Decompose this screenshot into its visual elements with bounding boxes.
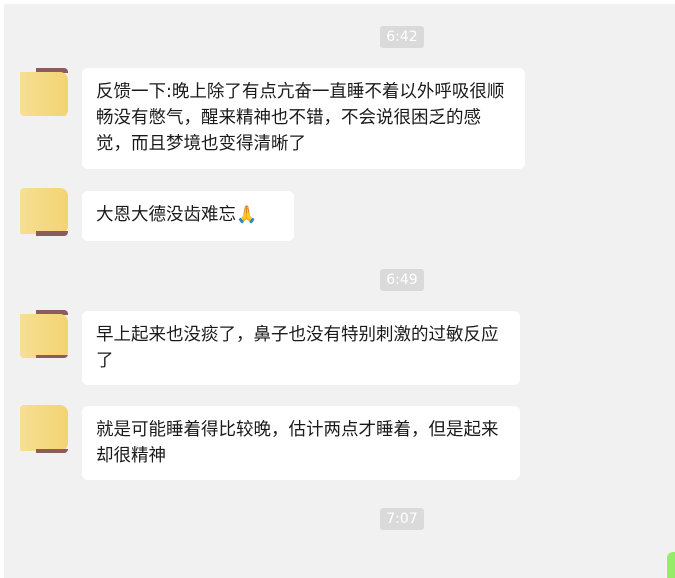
timestamp: 6:42: [380, 26, 424, 48]
chat-message-list[interactable]: 6:42 反馈一下:晚上除了有点亢奋一直睡不着以外呼吸很顺畅没有憋气，醒来精神也…: [4, 4, 675, 578]
contact-avatar[interactable]: [20, 188, 68, 236]
timestamp: 7:07: [380, 508, 424, 530]
message-bubble[interactable]: 大恩大德没齿难忘🙏: [82, 191, 294, 241]
timestamp: 6:49: [380, 269, 424, 291]
contact-avatar[interactable]: [20, 68, 68, 116]
message-bubble[interactable]: 就是可能睡着得比较晚，估计两点才睡着，但是起来却很精神: [82, 406, 520, 480]
message-text: 反馈一下:晚上除了有点亢奋一直睡不着以外呼吸很顺畅没有憋气，醒来精神也不错，不会…: [96, 82, 505, 154]
message-bubble[interactable]: 早上起来也没痰了，鼻子也没有特别刺激的过敏反应了: [82, 311, 520, 385]
message-text: 大恩大德没齿难忘: [96, 205, 236, 225]
own-message-bubble-edge[interactable]: [667, 552, 675, 578]
contact-avatar[interactable]: [20, 405, 68, 453]
contact-avatar[interactable]: [20, 310, 68, 358]
message-bubble[interactable]: 反馈一下:晚上除了有点亢奋一直睡不着以外呼吸很顺畅没有憋气，醒来精神也不错，不会…: [82, 68, 525, 169]
folded-hands-icon: 🙏: [236, 205, 258, 225]
message-text: 早上起来也没痰了，鼻子也没有特别刺激的过敏反应了: [96, 325, 499, 371]
message-text: 就是可能睡着得比较晚，估计两点才睡着，但是起来却很精神: [96, 420, 499, 466]
